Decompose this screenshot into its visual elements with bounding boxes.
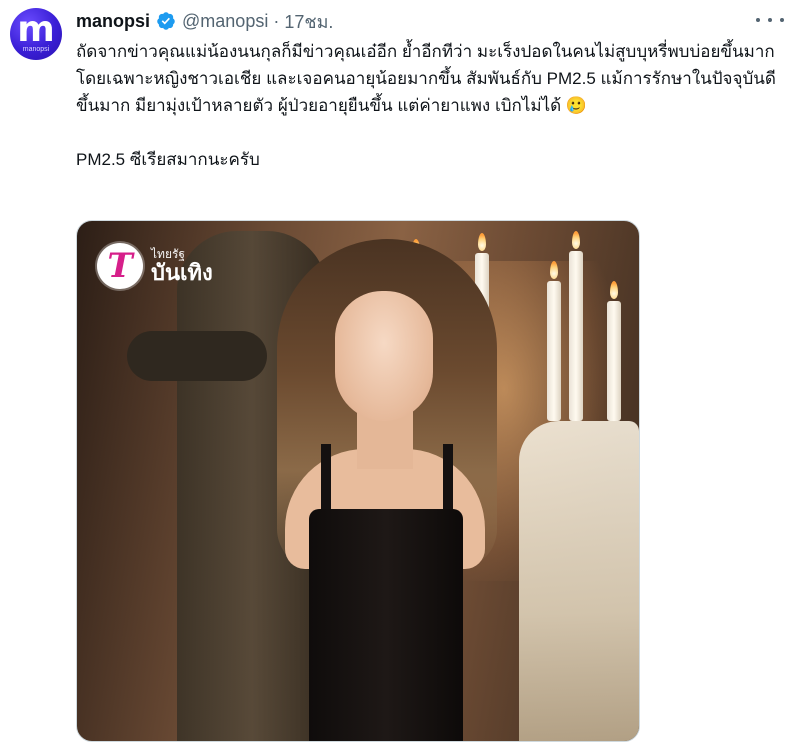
avatar-letter: m — [17, 9, 55, 50]
statue-arm — [127, 331, 267, 381]
candle — [547, 281, 561, 421]
candle-flame — [610, 281, 618, 299]
melted-wax — [519, 421, 639, 741]
tweet-timestamp[interactable]: 17ชม. — [284, 7, 333, 36]
author-name[interactable]: manopsi — [76, 11, 150, 32]
face — [335, 291, 433, 421]
logo-small-text: ไทยรัฐ — [151, 247, 186, 261]
tweet-card[interactable]: m manopsi manopsi @manopsi · 17ชม. ถัดจา… — [0, 0, 800, 742]
candle-flame — [550, 261, 558, 279]
tweet-text: ถัดจากข่าวคุณแม่น้องนนกุลก็มีข่าวคุณเอ๋อ… — [76, 38, 784, 173]
more-options-icon[interactable] — [756, 10, 784, 30]
logo-badge: T — [97, 243, 143, 289]
thairath-entertainment-logo: T ไทยรัฐ บันเทิง — [97, 243, 213, 289]
dress-strap — [443, 444, 453, 519]
header-separator: · — [273, 10, 280, 31]
tweet-paragraph: PM2.5 ซีเรียสมากนะครับ — [76, 150, 260, 169]
avatar-caption: manopsi — [22, 46, 50, 53]
author-avatar[interactable]: m manopsi — [10, 8, 62, 60]
author-handle[interactable]: @manopsi — [182, 11, 268, 32]
logo-letter: T — [107, 246, 133, 286]
woman-portrait — [247, 239, 527, 741]
more-dot — [780, 18, 784, 22]
candle — [607, 301, 621, 421]
more-dot — [768, 18, 772, 22]
more-dot — [756, 18, 760, 22]
candle-flame — [572, 231, 580, 249]
logo-big-text: บันเทิง — [151, 260, 213, 285]
candle — [569, 251, 583, 421]
tweet-media-image[interactable]: T ไทยรัฐ บันเทิง — [76, 220, 640, 742]
tweet-header: manopsi @manopsi · 17ชม. — [76, 8, 333, 34]
verified-badge-icon — [157, 12, 175, 30]
dress-strap — [321, 444, 331, 519]
logo-text: ไทยรัฐ บันเทิง — [151, 247, 213, 285]
black-dress — [309, 509, 463, 741]
tweet-paragraph: ถัดจากข่าวคุณแม่น้องนนกุลก็มีข่าวคุณเอ๋อ… — [76, 42, 776, 115]
